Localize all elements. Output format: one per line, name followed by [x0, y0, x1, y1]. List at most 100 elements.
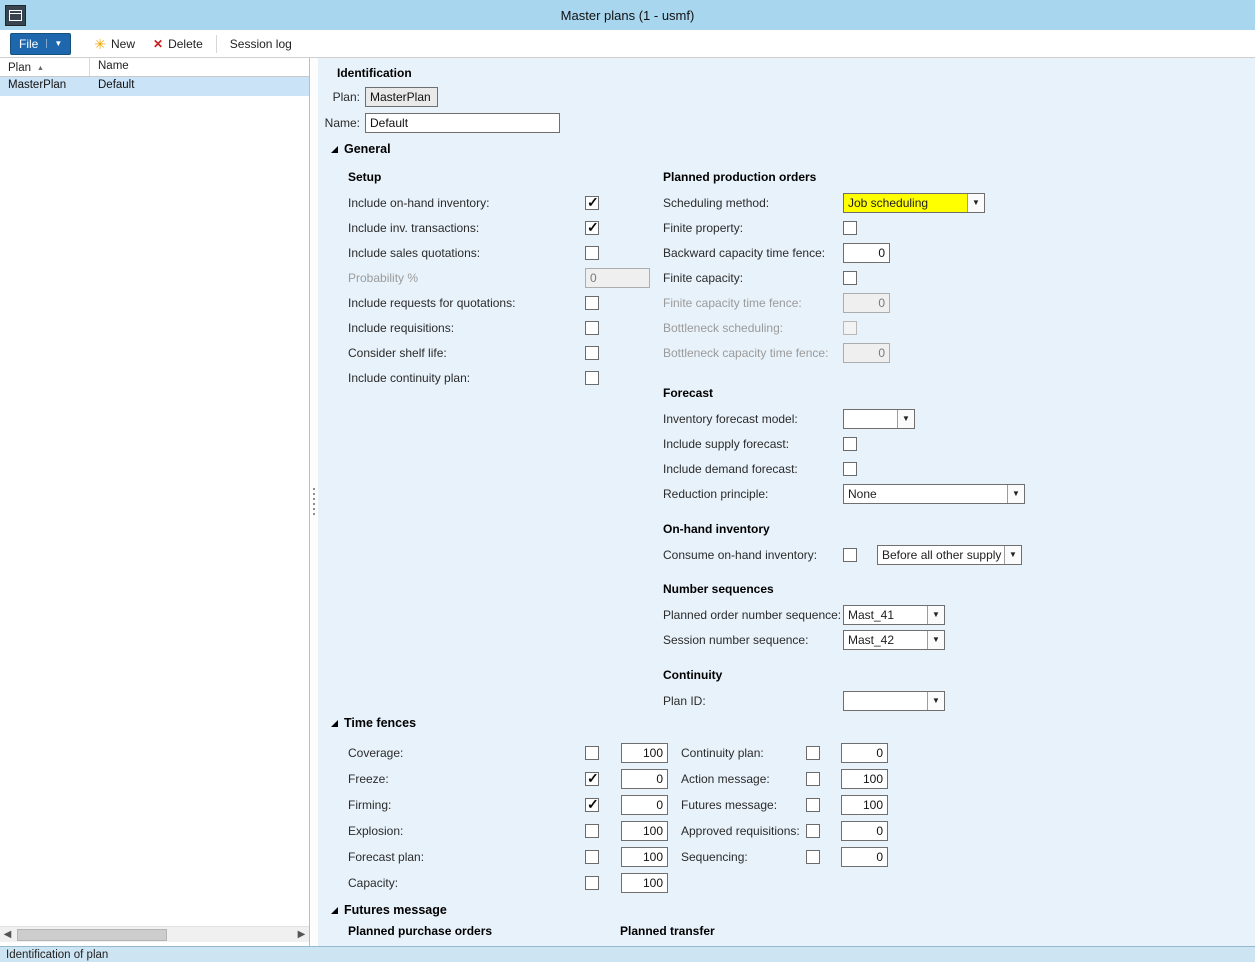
app-icon[interactable] — [5, 5, 26, 26]
chevron-down-icon: ▼ — [46, 39, 62, 48]
session-number-sequence-value: Mast_42 — [844, 631, 927, 649]
plan-field-label: Plan: — [322, 90, 360, 104]
include-requisitions-checkbox[interactable] — [585, 321, 599, 335]
futures-message-section-header[interactable]: Futures message — [331, 903, 447, 917]
sequencing-input[interactable] — [841, 847, 888, 867]
capacity-input[interactable] — [621, 873, 668, 893]
chevron-down-icon[interactable]: ▼ — [927, 606, 944, 624]
plan-id-combo[interactable]: ▼ — [843, 691, 945, 711]
planned-order-number-sequence-combo[interactable]: Mast_41 ▼ — [843, 605, 945, 625]
scrollbar-thumb[interactable] — [17, 929, 167, 941]
include-onhand-field: Include on-hand inventory: — [348, 190, 660, 215]
inventory-forecast-model-combo[interactable]: ▼ — [843, 409, 915, 429]
chevron-down-icon[interactable]: ▼ — [897, 410, 914, 428]
chevron-down-icon[interactable]: ▼ — [967, 194, 984, 212]
sequencing-field: Sequencing: — [681, 844, 911, 870]
plan-input[interactable] — [365, 87, 438, 107]
include-demand-forecast-checkbox[interactable] — [843, 462, 857, 476]
scheduling-method-combo[interactable]: Job scheduling ▼ — [843, 193, 985, 213]
toolbar-separator — [216, 35, 217, 53]
reduction-principle-label: Reduction principle: — [663, 487, 843, 501]
include-requisitions-label: Include requisitions: — [348, 321, 585, 335]
approved-requisitions-checkbox[interactable] — [806, 824, 820, 838]
collapse-triangle-icon — [331, 907, 338, 914]
include-onhand-checkbox[interactable] — [585, 196, 599, 210]
new-button-label: New — [111, 37, 135, 51]
general-section-header[interactable]: General — [331, 142, 391, 156]
grid-cell-name: Default — [90, 77, 138, 96]
file-menu-button[interactable]: File ▼ — [10, 33, 71, 55]
grid-horizontal-scrollbar[interactable]: ◀ ▶ — [0, 926, 309, 942]
column-header-name[interactable]: Name — [90, 58, 309, 76]
sequencing-label: Sequencing: — [681, 850, 806, 864]
capacity-field: Capacity: — [348, 870, 678, 896]
scroll-right-icon[interactable]: ▶ — [294, 927, 309, 943]
grid-row-selected[interactable]: MasterPlan Default — [0, 77, 309, 96]
time-fences-section-header[interactable]: Time fences — [331, 716, 416, 730]
freeze-label: Freeze: — [348, 772, 585, 786]
explosion-input[interactable] — [621, 821, 668, 841]
continuity-block: Continuity Plan ID: ▼ — [663, 662, 1233, 713]
reduction-principle-field: Reduction principle: None ▼ — [663, 481, 1233, 506]
reduction-principle-combo[interactable]: None ▼ — [843, 484, 1025, 504]
finite-capacity-time-fence-label: Finite capacity time fence: — [663, 296, 843, 310]
forecast-plan-field: Forecast plan: — [348, 844, 678, 870]
probability-label: Probability % — [348, 271, 585, 285]
continuity-plan-input[interactable] — [841, 743, 888, 763]
chevron-down-icon[interactable]: ▼ — [1007, 485, 1024, 503]
firming-checkbox[interactable] — [585, 798, 599, 812]
freeze-input[interactable] — [621, 769, 668, 789]
chevron-down-icon[interactable]: ▼ — [927, 631, 944, 649]
consider-shelf-life-checkbox[interactable] — [585, 346, 599, 360]
include-supply-forecast-checkbox[interactable] — [843, 437, 857, 451]
action-message-input[interactable] — [841, 769, 888, 789]
coverage-checkbox[interactable] — [585, 746, 599, 760]
firming-input[interactable] — [621, 795, 668, 815]
action-message-checkbox[interactable] — [806, 772, 820, 786]
time-fences-section-label: Time fences — [344, 716, 416, 730]
session-number-sequence-combo[interactable]: Mast_42 ▼ — [843, 630, 945, 650]
new-button[interactable]: ✳ New — [85, 33, 144, 55]
consider-shelf-life-label: Consider shelf life: — [348, 346, 585, 360]
freeze-checkbox[interactable] — [585, 772, 599, 786]
continuity-plan-checkbox[interactable] — [806, 746, 820, 760]
capacity-checkbox[interactable] — [585, 876, 599, 890]
setup-column: Setup Include on-hand inventory: Include… — [348, 164, 660, 390]
finite-property-checkbox[interactable] — [843, 221, 857, 235]
plan-id-label: Plan ID: — [663, 694, 843, 708]
identification-heading: Identification — [337, 66, 412, 80]
chevron-down-icon[interactable]: ▼ — [927, 692, 944, 710]
scroll-left-icon[interactable]: ◀ — [0, 927, 15, 943]
name-field: Name: — [322, 110, 560, 135]
coverage-label: Coverage: — [348, 746, 585, 760]
planned-purchase-orders-heading: Planned purchase orders — [348, 924, 492, 938]
chevron-down-icon[interactable]: ▼ — [1004, 546, 1021, 564]
session-log-button[interactable]: Session log — [221, 33, 301, 55]
futures-message-checkbox[interactable] — [806, 798, 820, 812]
include-requisitions-field: Include requisitions: — [348, 315, 660, 340]
column-header-plan[interactable]: Plan ▲ — [0, 58, 90, 76]
forecast-plan-input[interactable] — [621, 847, 668, 867]
title-bar: Master plans (1 - usmf) — [0, 0, 1255, 30]
include-rfq-checkbox[interactable] — [585, 296, 599, 310]
include-inv-trans-checkbox[interactable] — [585, 221, 599, 235]
futures-message-input[interactable] — [841, 795, 888, 815]
include-continuity-plan-checkbox[interactable] — [585, 371, 599, 385]
include-inv-trans-field: Include inv. transactions: — [348, 215, 660, 240]
panel-splitter[interactable] — [311, 58, 318, 946]
forecast-plan-checkbox[interactable] — [585, 850, 599, 864]
consume-onhand-combo[interactable]: Before all other supply ▼ — [877, 545, 1022, 565]
sequencing-checkbox[interactable] — [806, 850, 820, 864]
include-sales-quotations-checkbox[interactable] — [585, 246, 599, 260]
delete-button[interactable]: ✕ Delete — [144, 33, 212, 55]
approved-requisitions-label: Approved requisitions: — [681, 824, 806, 838]
coverage-input[interactable] — [621, 743, 668, 763]
consume-onhand-checkbox[interactable] — [843, 548, 857, 562]
scheduling-method-field: Scheduling method: Job scheduling ▼ — [663, 190, 1233, 215]
explosion-checkbox[interactable] — [585, 824, 599, 838]
approved-requisitions-input[interactable] — [841, 821, 888, 841]
name-input[interactable] — [365, 113, 560, 133]
finite-capacity-checkbox[interactable] — [843, 271, 857, 285]
bottleneck-capacity-time-fence-label: Bottleneck capacity time fence: — [663, 346, 843, 360]
backward-capacity-time-fence-input[interactable] — [843, 243, 890, 263]
